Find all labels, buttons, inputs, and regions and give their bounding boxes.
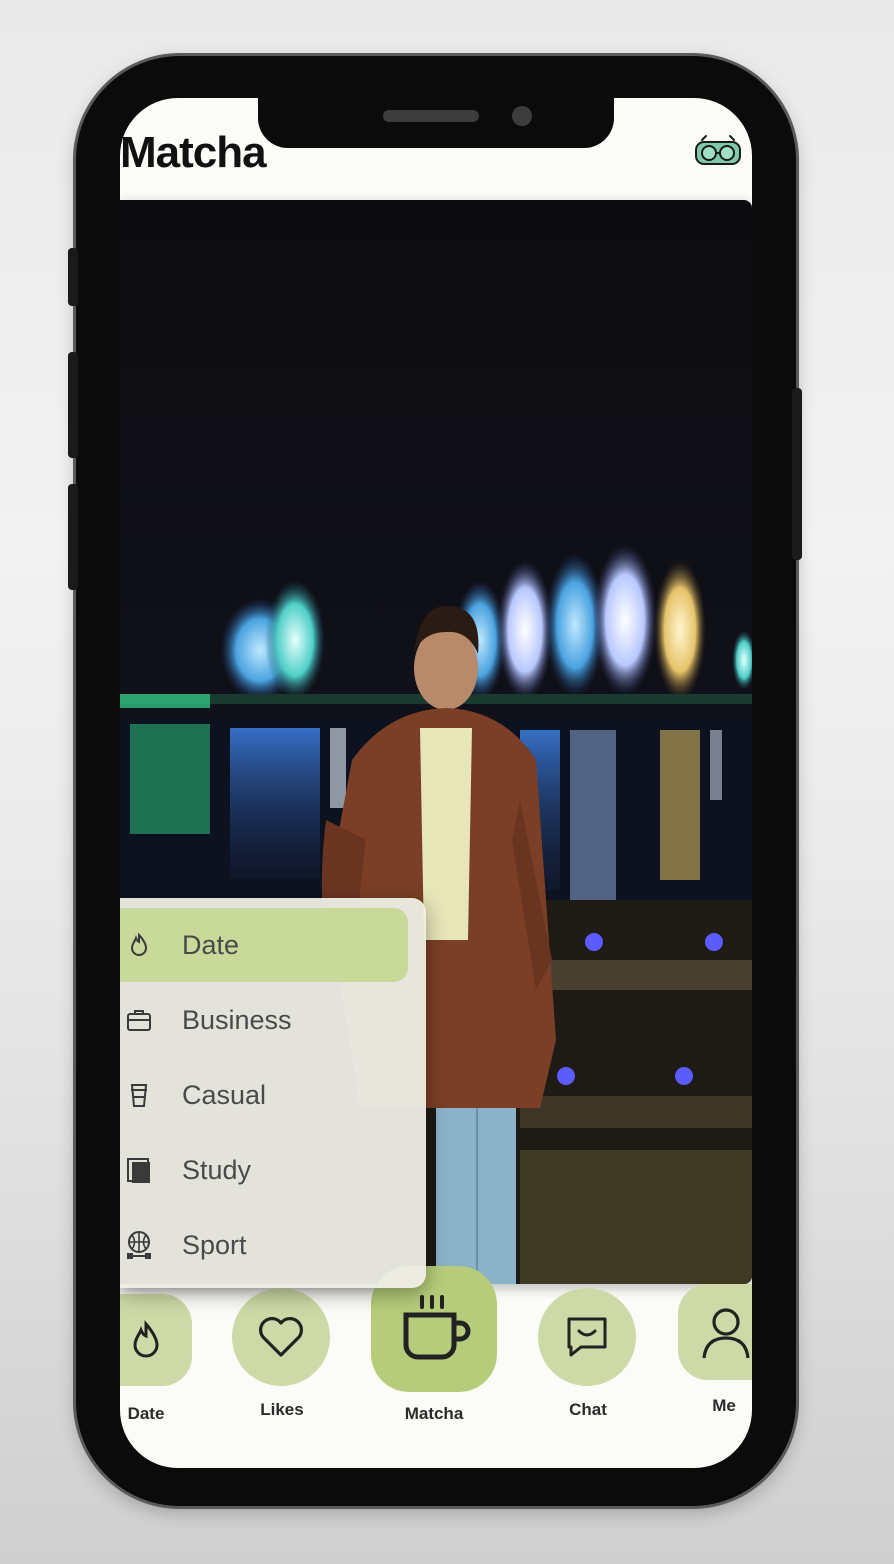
mode-menu-label: Date: [182, 929, 240, 960]
mode-menu-item-date[interactable]: Date: [120, 908, 408, 982]
drop-icon: [122, 928, 156, 962]
nav-chat-button[interactable]: [538, 1288, 636, 1386]
basketball-icon: [122, 1228, 156, 1262]
mode-menu-item-business[interactable]: Business: [120, 983, 408, 1057]
tea-cup-icon: [403, 1295, 471, 1360]
nav-label-likes: Likes: [260, 1400, 304, 1419]
nav-label-me: Me: [712, 1396, 736, 1415]
app-screen: Matcha Date Business Casual Study Sport …: [120, 98, 752, 1468]
mode-menu-item-casual[interactable]: Casual: [120, 1058, 408, 1132]
mode-menu-label: Business: [182, 1004, 292, 1035]
phone-speaker: [383, 110, 479, 122]
mode-menu-label: Sport: [182, 1229, 247, 1260]
app-title: Matcha: [120, 128, 267, 177]
phone-notch: [258, 96, 614, 148]
nav-likes-button[interactable]: [232, 1288, 330, 1386]
mode-menu-label: Casual: [182, 1079, 267, 1110]
phone-power-button: [792, 388, 802, 560]
heart-icon: [259, 1317, 303, 1357]
phone-volume-down-button: [68, 484, 78, 590]
mode-menu: Date Business Casual Study Sport: [120, 898, 426, 1288]
chat-icon: [567, 1317, 607, 1357]
briefcase-icon: [122, 1003, 156, 1037]
drop-icon: [133, 1320, 159, 1358]
mode-menu-item-study[interactable]: Study: [120, 1133, 408, 1207]
mode-menu-label: Study: [182, 1154, 252, 1185]
nav-label-chat: Chat: [569, 1400, 607, 1419]
nav-label-date: Date: [127, 1404, 165, 1423]
nav-date-button[interactable]: [120, 1294, 192, 1386]
cup-icon: [122, 1078, 156, 1112]
mode-menu-item-sport[interactable]: Sport: [120, 1208, 408, 1282]
phone-volume-up-button: [68, 352, 78, 458]
phone-camera: [512, 106, 532, 126]
book-icon: [122, 1153, 156, 1187]
person-icon: [702, 1308, 750, 1359]
matcha-logo-icon[interactable]: [692, 134, 744, 168]
phone-side-button: [68, 248, 78, 306]
nav-label-matcha: Matcha: [404, 1404, 464, 1423]
nav-me-button[interactable]: [678, 1284, 752, 1380]
